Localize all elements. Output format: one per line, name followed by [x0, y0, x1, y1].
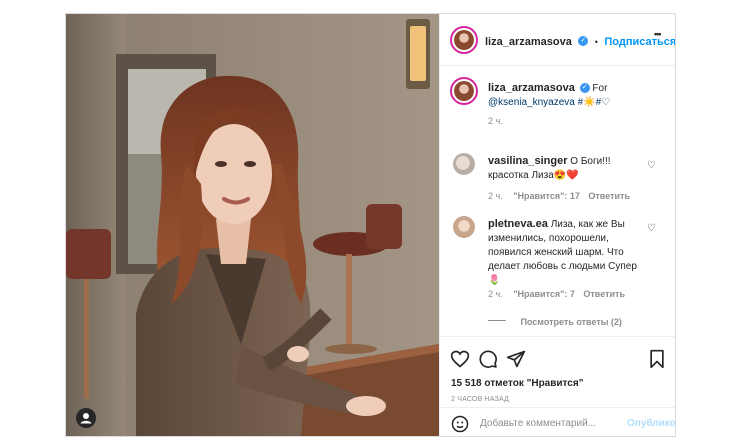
- comment-bubble-icon[interactable]: [478, 349, 498, 369]
- post-card: liza_arzamasova ✓ • Подписаться ••• liza…: [65, 13, 676, 437]
- caption-text: For: [592, 83, 608, 94]
- likes-count[interactable]: 15 518 отметок "Нравится": [451, 378, 583, 389]
- more-options-icon[interactable]: •••: [654, 29, 662, 39]
- save-bookmark-icon[interactable]: [647, 349, 667, 369]
- post-header: liza_arzamasova ✓ • Подписаться •••: [440, 14, 675, 66]
- posted-time[interactable]: 2 ЧАСОВ НАЗАД: [451, 396, 509, 403]
- add-comment-input[interactable]: Добавьте комментарий...: [480, 418, 596, 429]
- comment-reply-button[interactable]: Ответить: [588, 191, 630, 201]
- caption-time[interactable]: 2 ч.: [488, 116, 503, 126]
- comment-likes[interactable]: "Нравится": 7: [513, 289, 575, 299]
- view-replies-label: Посмотреть ответы (2): [520, 317, 622, 327]
- comment-likes[interactable]: "Нравится": 17: [513, 191, 580, 201]
- comment-username[interactable]: pletneva.ea: [488, 218, 548, 230]
- author-username[interactable]: liza_arzamasova: [485, 36, 572, 48]
- post-side-panel: liza_arzamasova ✓ • Подписаться ••• liza…: [439, 14, 675, 436]
- caption-avatar[interactable]: [450, 77, 478, 105]
- header-dot: •: [594, 37, 598, 47]
- share-send-icon[interactable]: [506, 349, 526, 369]
- comment-time[interactable]: 2 ч.: [488, 289, 503, 299]
- author-avatar[interactable]: [450, 26, 478, 54]
- like-heart-icon[interactable]: [450, 349, 470, 369]
- publish-button[interactable]: Опубликовать: [627, 418, 675, 429]
- commenter-avatar[interactable]: [453, 153, 475, 175]
- verified-badge-icon: ✓: [578, 35, 589, 46]
- caption-verified-icon: ✓: [579, 83, 590, 94]
- caption-hashtags[interactable]: #☀️#♡: [578, 97, 611, 108]
- caption-mention[interactable]: @ksenia_knyazeva: [488, 97, 575, 108]
- commenter-avatar[interactable]: [453, 216, 475, 238]
- actions-bar: 15 518 отметок "Нравится" 2 ЧАСОВ НАЗАД …: [440, 336, 675, 436]
- post-photo[interactable]: [66, 14, 439, 436]
- comment-like-icon[interactable]: ♡: [647, 223, 656, 234]
- comment-time[interactable]: 2 ч.: [488, 191, 503, 201]
- view-replies-button[interactable]: Посмотреть ответы (2): [488, 312, 622, 330]
- emoji-smiley-icon[interactable]: [451, 415, 469, 433]
- follow-button[interactable]: Подписаться: [604, 36, 675, 48]
- add-comment-bar: Добавьте комментарий... Опубликовать: [440, 407, 675, 436]
- comment-reply-button[interactable]: Ответить: [583, 289, 625, 299]
- caption-username[interactable]: liza_arzamasova: [488, 82, 575, 94]
- photo-illustration: [66, 14, 439, 436]
- comment-username[interactable]: vasilina_singer: [488, 155, 568, 167]
- tagged-user-icon[interactable]: [76, 408, 96, 428]
- replies-divider: [488, 320, 506, 322]
- comment-like-icon[interactable]: ♡: [647, 160, 656, 171]
